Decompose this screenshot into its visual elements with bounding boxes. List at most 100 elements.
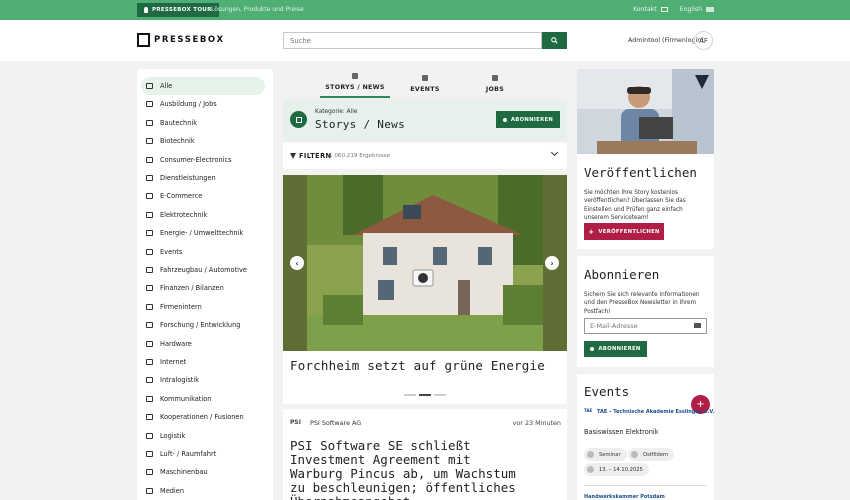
laptop-icon [146,359,153,365]
sidebar-item-kooperationen-fusionen[interactable]: Kooperationen / Fusionen [141,408,265,426]
sidebar-item-fahrzeugbau-automotive[interactable]: Fahrzeugbau / Automotive [141,261,265,279]
featured-story[interactable]: ‹ › Forchheim setzt auf grüne Energie [283,175,567,404]
events-title: Events [584,384,630,399]
category-title: Storys / News [315,118,405,131]
sidebar-item-label: Medien [160,486,184,495]
next-event-organizer[interactable]: Handwerkskammer Potsdam [584,494,665,500]
news-item[interactable]: PSI PSI Software AG vor 23 Minuten PSI S… [283,409,567,500]
sidebar-item-events[interactable]: Events [141,243,265,261]
forklift-icon [146,377,153,384]
category-badge [290,111,307,128]
carousel-dot-active[interactable] [419,394,431,396]
person-laptop-image [577,69,714,154]
news-title[interactable]: PSI Software SE schließt Investment Agre… [290,439,520,500]
avatar[interactable]: AF [694,31,713,50]
subscribe-category-button[interactable]: ABONNIEREN [496,111,560,128]
company-name[interactable]: PSI Software AG [310,419,361,427]
plane-icon [146,451,153,457]
calendar-icon [146,248,153,255]
calendar-icon [587,466,594,473]
event-name[interactable]: Basiswissen Elektronik [584,428,659,436]
publish-card: Veröffentlichen Sie möchten Ihre Story k… [577,69,714,249]
search-button[interactable] [542,32,567,49]
envelope-icon [694,323,701,328]
syringe-icon [146,138,153,145]
chevron-down-icon[interactable] [550,148,559,157]
sidebar-item-label: Fahrzeugbau / Automotive [160,266,247,274]
lightbulb-icon [144,7,148,13]
sidebar-item-label: Internet [160,358,187,366]
sidebar-item-intralogistik[interactable]: Intralogistik [141,371,265,389]
pressebox-logo[interactable]: PRESSEBOX [137,33,225,47]
sidebar-item-label: Finanzen / Bilanzen [160,284,224,293]
lab-icon [146,322,153,329]
sidebar-item-hardware[interactable]: Hardware [141,335,265,353]
story-image[interactable]: ‹ › [283,175,567,351]
sidebar-item-internet[interactable]: Internet [141,353,265,371]
sidebar-item-label: Dienstleistungen [160,174,216,182]
search-input[interactable] [283,32,542,49]
tab-events[interactable]: EVENTS [390,73,460,98]
language-link[interactable]: English [680,6,714,13]
filter-bar[interactable]: FILTERN 1.060.219 Ergebnisse [283,143,567,169]
merge-icon [146,414,153,421]
publish-button[interactable]: + VERÖFFENTLICHEN [584,223,664,240]
event-organizer[interactable]: TAE – Technische Akademie Esslingen e.V. [597,409,715,415]
newsletter-subscribe-button[interactable]: ABONNIEREN [584,341,647,357]
email-field[interactable]: E-Mail-Adresse [584,318,707,334]
user-name[interactable]: Admintool (Firmenlogin) [628,37,704,44]
car-icon [146,267,153,273]
sidebar-item-elektrotechnik[interactable]: Elektrotechnik [141,206,265,224]
sidebar-item-label: Forschung / Entwicklung [160,321,241,330]
sidebar-item-label: Logistik [160,431,186,440]
publish-title: Veröffentlichen [584,165,697,180]
publish-text: Sie möchten Ihre Story kostenlos veröffe… [584,190,686,221]
company-logo: PSI [290,419,301,426]
tab-storys-news[interactable]: STORYS / NEWS [320,73,390,98]
contact-link[interactable]: Kontakt [633,6,668,13]
top-bar: PRESSEBOX TOUR Lösungen, Produkte und Pr… [0,0,850,20]
handshake-icon [146,175,153,181]
search-bar [283,32,567,49]
sidebar-item-luft-raumfahrt[interactable]: Luft- / Raumfahrt [141,445,265,463]
sidebar-item-ausbildung-jobs[interactable]: Ausbildung / Jobs [141,95,265,113]
carousel-dot[interactable] [404,394,416,396]
sidebar-item-energie-umwelttechnik[interactable]: Energie- / Umwelttechnik [141,224,265,242]
tour-label: PRESSEBOX TOUR [152,7,212,13]
sidebar-item-label: Intralogistik [160,376,200,385]
sidebar-item-maschinenbau[interactable]: Maschinenbau [141,463,265,481]
carousel-prev-button[interactable]: ‹ [290,256,304,270]
sidebar-item-firmenintern[interactable]: Firmenintern [141,298,265,316]
carousel-next-button[interactable]: › [545,256,559,270]
chip-icon [146,340,153,347]
logo-box-icon [137,33,150,47]
sidebar-item-finanzen-bilanzen[interactable]: Finanzen / Bilanzen [141,279,265,297]
divider [584,485,707,486]
sidebar-item-forschung-entwicklung[interactable]: Forschung / Entwicklung [141,316,265,334]
pressebox-tour-button[interactable]: PRESSEBOX TOUR [137,3,219,17]
sidebar-item-dienstleistungen[interactable]: Dienstleistungen [141,169,265,187]
sidebar-item-label: Consumer-Electronics [160,155,232,164]
tab-jobs[interactable]: JOBS [460,73,530,98]
carousel-dot[interactable] [434,394,446,396]
sidebar-item-bautechnik[interactable]: Bautechnik [141,114,265,132]
products-link[interactable]: Lösungen, Produkte und Preise [211,6,304,13]
newsletter-text: Sichern Sie sich relevante Informationen… [584,292,700,315]
newsletter-card: Abonnieren Sichern Sie sich relevante In… [577,256,714,367]
sidebar-item-consumer-electronics[interactable]: Consumer-Electronics [141,151,265,169]
sidebar-item-biotechnik[interactable]: Biotechnik [141,132,265,150]
sidebar-item-medien[interactable]: Medien [141,482,265,500]
story-title[interactable]: Forchheim setzt auf grüne Energie [290,358,545,373]
events-card: Events + TAE TAE – Technische Akademie E… [577,374,715,500]
sidebar-item-alle[interactable]: Alle [141,77,265,95]
calendar-icon [422,75,428,81]
cart-icon [146,193,153,200]
sidebar-item-kommunikation[interactable]: Kommunikation [141,390,265,408]
sidebar-item-label: Bautechnik [160,118,198,127]
sidebar-item-e-commerce[interactable]: E-Commerce [141,187,265,205]
sidebar-item-label: Kommunikation [160,394,212,403]
sidebar-item-label: Luft- / Raumfahrt [160,450,217,458]
excavator-icon [146,119,153,126]
sidebar-item-logistik[interactable]: Logistik [141,427,265,445]
news-timestamp: vor 23 Minuten [512,419,561,427]
